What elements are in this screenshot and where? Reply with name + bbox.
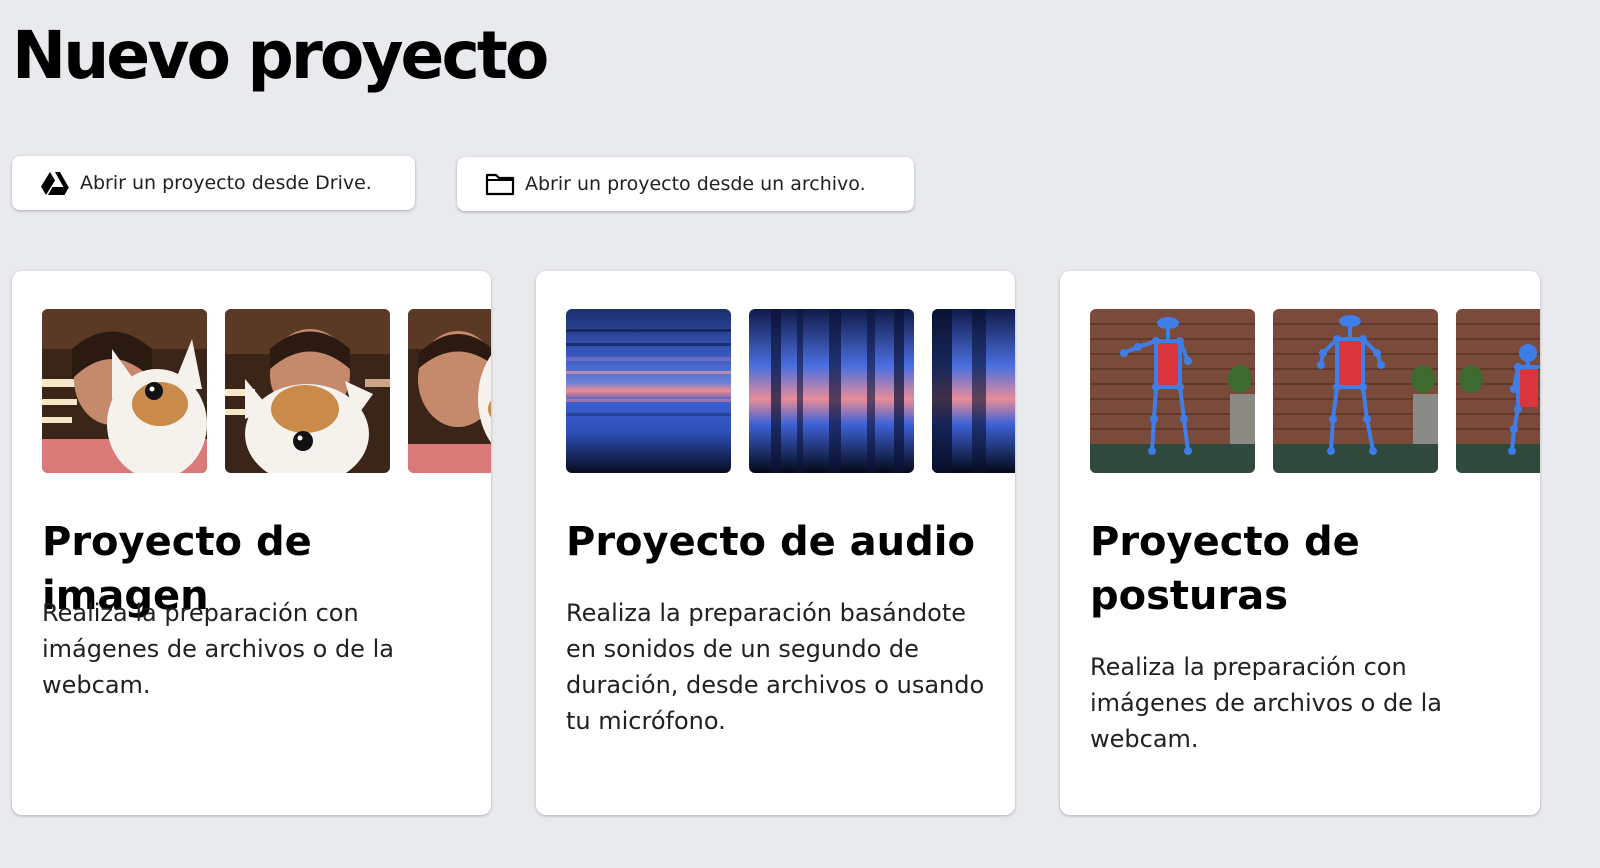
audio-project-title: Proyecto de audio (566, 519, 975, 565)
pose-skeleton-thumbnail (1456, 309, 1540, 473)
folder-icon (485, 171, 515, 197)
open-from-drive-label: Abrir un proyecto desde Drive. (80, 172, 372, 194)
webcam-dog-thumbnail (225, 309, 390, 473)
open-from-file-label: Abrir un proyecto desde un archivo. (525, 173, 866, 195)
spectrogram-thumbnail (749, 309, 914, 473)
page-title: Nuevo proyecto (12, 17, 549, 94)
spectrogram-thumbnail (932, 309, 1015, 473)
audio-project-card[interactable]: Proyecto de audio Realiza la preparación… (536, 271, 1015, 815)
audio-project-thumbnails (566, 309, 1015, 473)
open-from-drive-button[interactable]: Abrir un proyecto desde Drive. (12, 156, 415, 210)
pose-project-thumbnails (1090, 309, 1540, 473)
pose-skeleton-thumbnail (1273, 309, 1438, 473)
pose-project-description: Realiza la preparación con imágenes de a… (1090, 653, 1442, 753)
audio-project-description: Realiza la preparación basándote en soni… (566, 599, 985, 735)
spectrogram-thumbnail (566, 309, 731, 473)
webcam-dog-thumbnail (408, 309, 491, 473)
pose-project-card[interactable]: Proyecto de posturas Realiza la preparac… (1060, 271, 1540, 815)
image-project-card[interactable]: Proyecto de imagen Realiza la preparació… (12, 271, 491, 815)
webcam-dog-thumbnail (42, 309, 207, 473)
open-from-file-button[interactable]: Abrir un proyecto desde un archivo. (457, 157, 914, 211)
pose-skeleton-thumbnail (1090, 309, 1255, 473)
image-project-description: Realiza la preparación con imágenes de a… (42, 599, 394, 699)
pose-project-title: Proyecto de posturas (1090, 519, 1360, 619)
google-drive-icon (40, 170, 70, 196)
image-project-thumbnails (42, 309, 491, 473)
